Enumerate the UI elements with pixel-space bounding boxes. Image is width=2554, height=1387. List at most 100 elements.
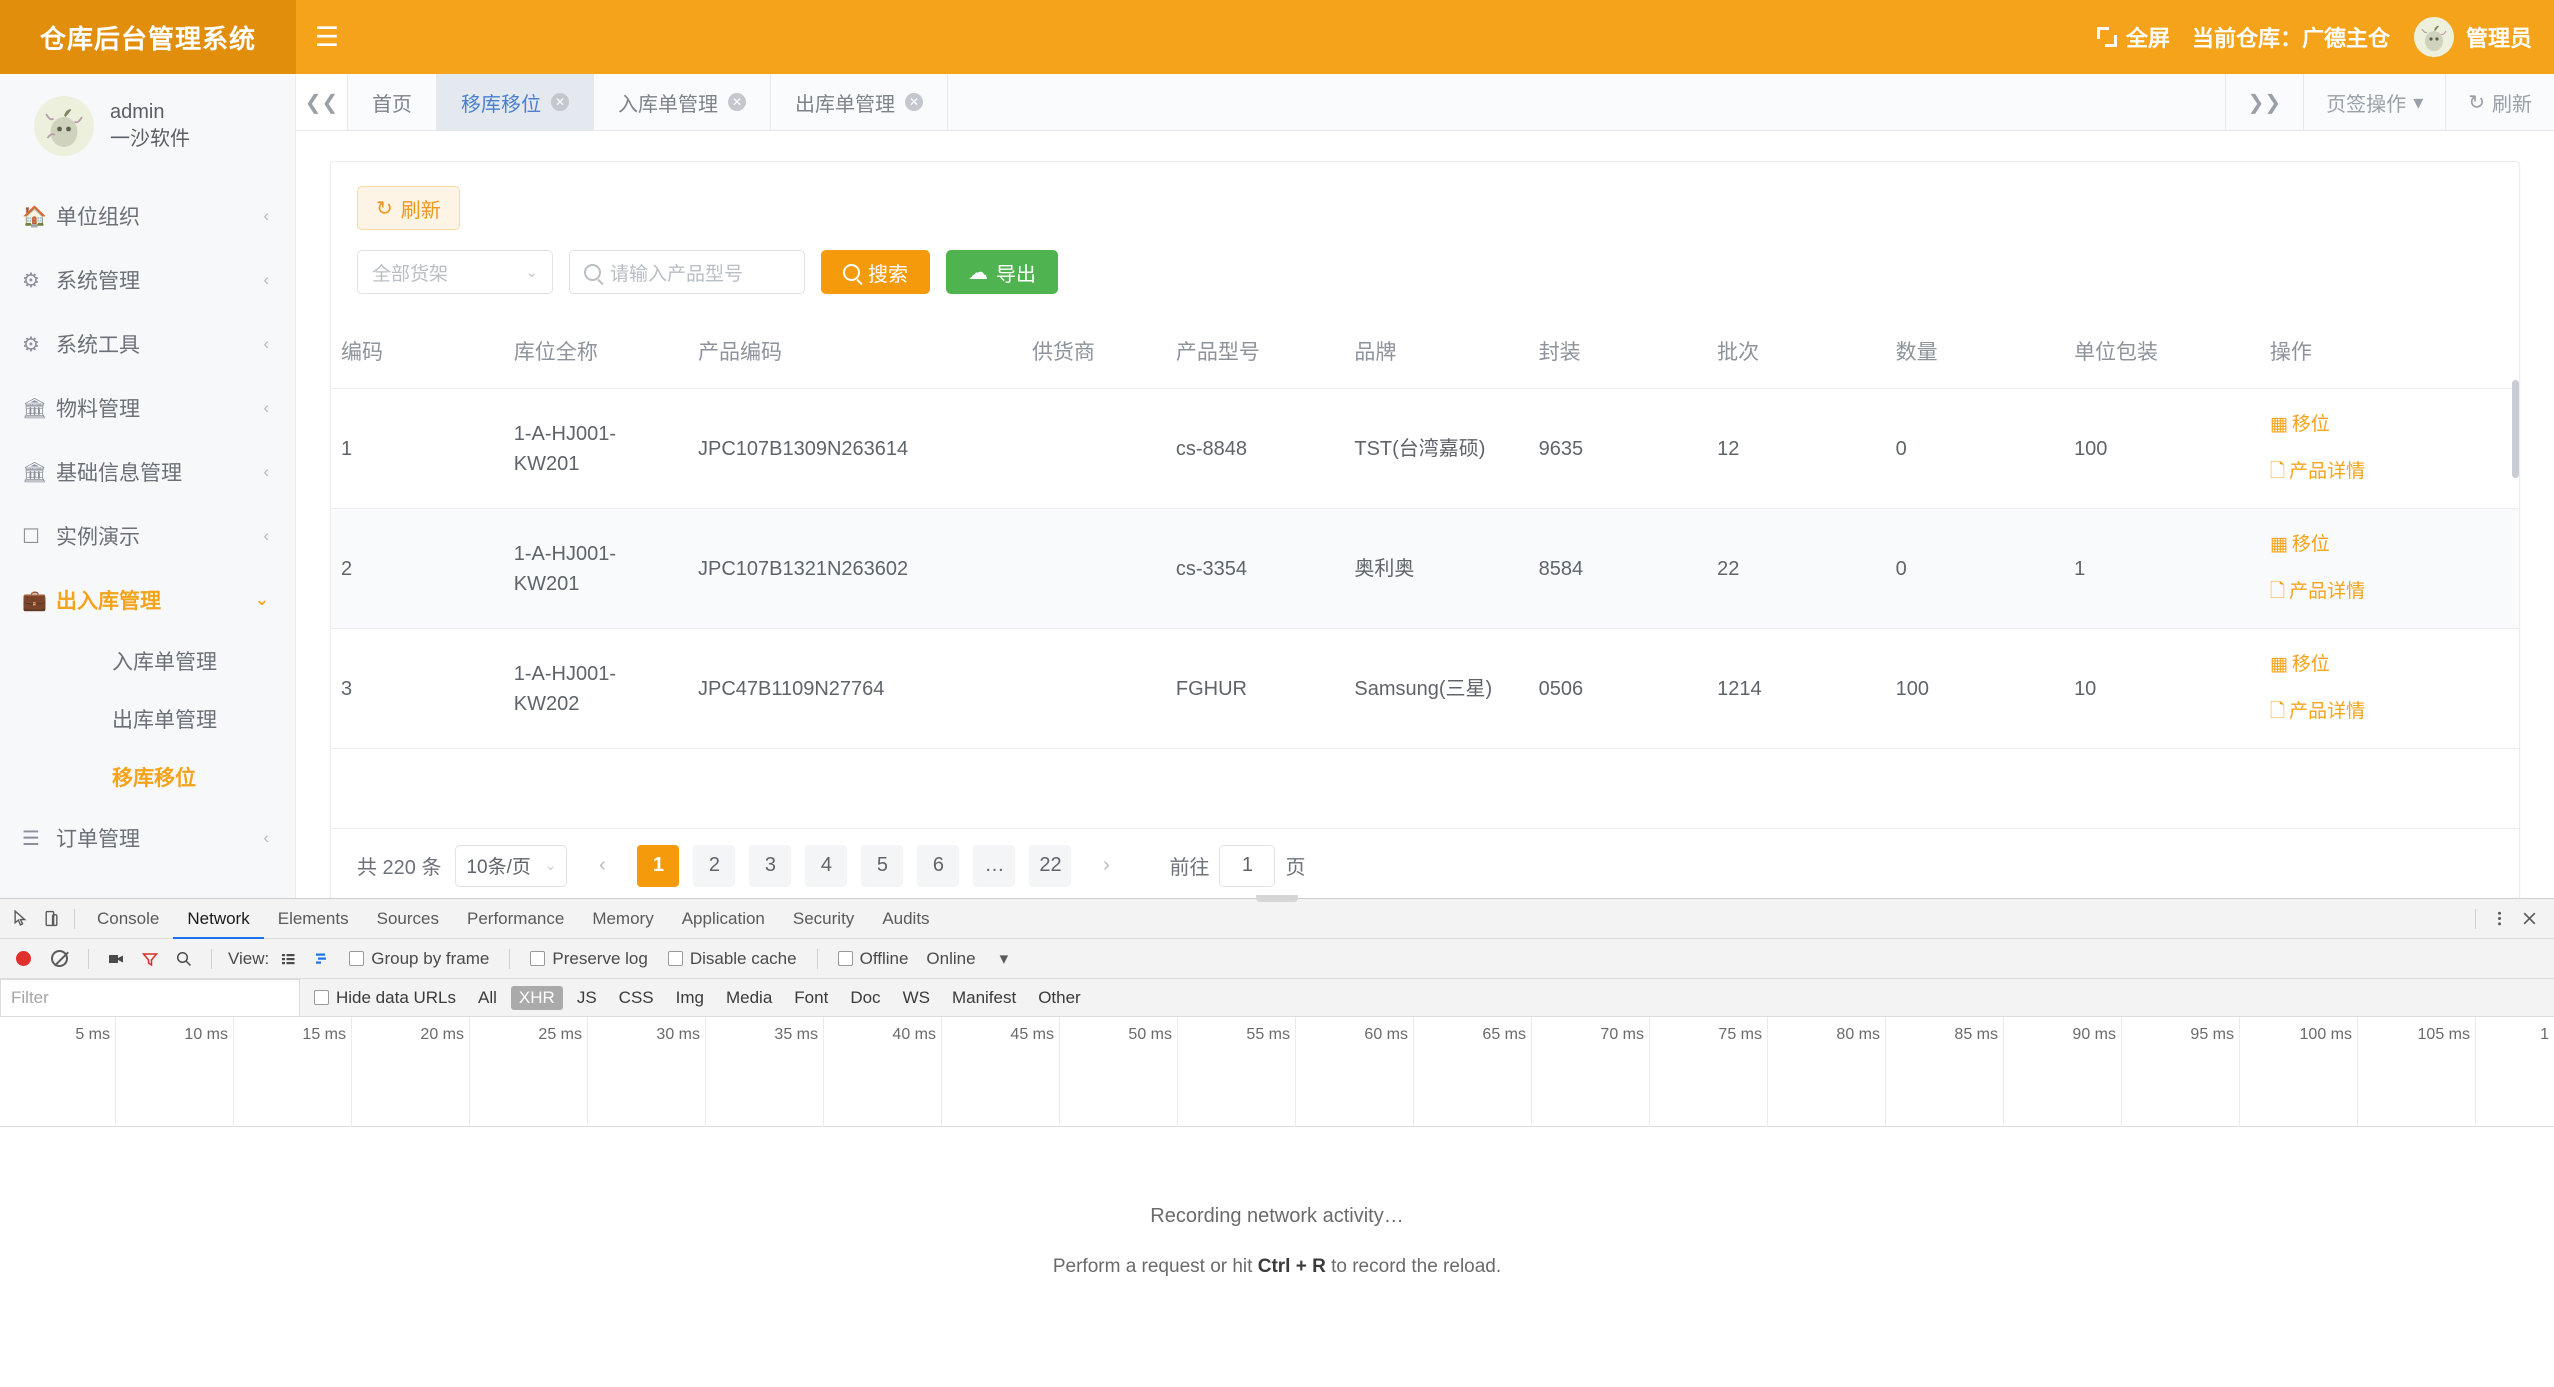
list-view-icon[interactable] [273, 944, 303, 974]
filter-type-xhr[interactable]: XHR [510, 985, 563, 1010]
tab-inbound-order[interactable]: 入库单管理 ✕ [594, 74, 771, 130]
disable-cache-label: Disable cache [689, 948, 797, 968]
page-size-select[interactable]: 10条/页 ⌄ [455, 844, 568, 887]
filter-type-doc[interactable]: Doc [842, 986, 888, 1010]
export-button[interactable]: ☁ 导出 [946, 250, 1058, 294]
move-location-link[interactable]: ▦ 移位 [2270, 531, 2509, 560]
pagination-page-5[interactable]: 5 [861, 844, 904, 887]
product-detail-link[interactable]: 🗋 产品详情 [2270, 578, 2509, 607]
tab-close-icon[interactable]: ✕ [728, 93, 746, 111]
tab-close-icon[interactable]: ✕ [905, 93, 923, 111]
filter-type-other[interactable]: Other [1030, 986, 1089, 1010]
tab-move-location[interactable]: 移库移位 ✕ [437, 74, 594, 130]
shelf-select[interactable]: 全部货架 ⌄ [357, 250, 553, 294]
hint-suffix: to record the reload. [1325, 1255, 1502, 1277]
close-icon[interactable] [2514, 904, 2544, 934]
pagination-page-3[interactable]: 3 [749, 844, 792, 887]
clear-icon[interactable] [51, 950, 68, 967]
sidebar-item-base-info-manage[interactable]: 🏛 基础信息管理 ‹ [0, 440, 295, 504]
sidebar-subitem-outbound-order[interactable]: 出库单管理 [0, 690, 295, 748]
chevron-down-icon[interactable]: ▾ [986, 949, 1023, 969]
pagination-next-button[interactable]: › [1085, 845, 1127, 887]
pagination-page-2[interactable]: 2 [693, 844, 736, 887]
filter-type-js[interactable]: JS [569, 986, 605, 1010]
sidebar-item-label: 基础信息管理 [56, 462, 182, 485]
search-button[interactable]: 搜索 [821, 250, 930, 294]
network-timeline-ruler[interactable]: 5 ms 10 ms 15 ms 20 ms 25 ms 30 ms 35 ms… [0, 1017, 2554, 1127]
device-toolbar-icon[interactable] [36, 904, 66, 934]
filter-type-css[interactable]: CSS [611, 986, 662, 1010]
refresh-button[interactable]: ↻ 刷新 [357, 186, 460, 230]
sidebar-item-inout-manage[interactable]: 💼 出入库管理 ⌄ [0, 568, 295, 632]
tab-operations-dropdown[interactable]: 页签操作 ▾ [2303, 74, 2445, 130]
devtools-tab-security[interactable]: Security [779, 899, 868, 939]
inspect-cursor-icon[interactable] [6, 904, 36, 934]
pagination-page-6[interactable]: 6 [917, 844, 960, 887]
sidebar-item-system-manage[interactable]: ⚙ 系统管理 ‹ [0, 248, 295, 312]
devtools-resize-handle[interactable] [1256, 895, 1298, 902]
kebab-menu-icon[interactable] [2484, 904, 2514, 934]
sidebar-item-unit-org[interactable]: 🏠 单位组织 ‹ [0, 184, 295, 248]
tab-outbound-order[interactable]: 出库单管理 ✕ [771, 74, 948, 130]
search-icon[interactable] [169, 944, 199, 974]
filter-input[interactable]: Filter [0, 978, 300, 1017]
product-detail-link[interactable]: 🗋 产品详情 [2270, 698, 2509, 727]
camera-icon[interactable] [101, 944, 131, 974]
filter-type-font[interactable]: Font [786, 986, 836, 1010]
cloud-upload-icon: ☁ [968, 261, 988, 284]
disable-cache-checkbox[interactable]: Disable cache [660, 949, 805, 969]
sidebar-item-order-manage[interactable]: ☰ 订单管理 ‹ [0, 806, 295, 870]
pagination-prev-button[interactable]: ‹ [581, 845, 623, 887]
tab-home[interactable]: 首页 [348, 74, 437, 130]
move-location-link[interactable]: ▦ 移位 [2270, 651, 2509, 680]
sidebar-subitem-inbound-order[interactable]: 入库单管理 [0, 632, 295, 690]
sidebar-subitem-move-location[interactable]: 移库移位 [0, 748, 295, 806]
product-model-search-input[interactable]: 请输入产品型号 [569, 250, 805, 294]
record-dot-icon[interactable] [16, 951, 31, 966]
filter-type-manifest[interactable]: Manifest [944, 986, 1024, 1010]
admin-menu-label[interactable]: 管理员 [2466, 21, 2532, 53]
devtools-tab-performance[interactable]: Performance [453, 899, 578, 939]
waterfall-view-icon[interactable] [307, 944, 337, 974]
tabbar-refresh-button[interactable]: ↻ 刷新 [2445, 74, 2554, 130]
tab-close-icon[interactable]: ✕ [551, 93, 569, 111]
pagination-page-22[interactable]: 22 [1029, 844, 1072, 887]
table-row[interactable]: 3 1-A-HJ001-KW202 JPC47B1109N27764 FGHUR… [331, 628, 2519, 749]
filter-type-img[interactable]: Img [668, 986, 712, 1010]
pagination-ellipsis[interactable]: … [973, 844, 1016, 887]
menu-toggle-button[interactable]: ☰ [296, 0, 358, 74]
funnel-icon[interactable] [135, 944, 165, 974]
devtools-tab-application[interactable]: Application [668, 899, 779, 939]
devtools-tab-memory[interactable]: Memory [578, 899, 667, 939]
avatar[interactable] [2413, 17, 2454, 57]
sidebar-item-demo[interactable]: ☐ 实例演示 ‹ [0, 504, 295, 568]
devtools-tab-elements[interactable]: Elements [264, 899, 363, 939]
filter-type-media[interactable]: Media [718, 986, 780, 1010]
hide-data-urls-checkbox[interactable]: Hide data URLs [306, 988, 464, 1008]
product-detail-link[interactable]: 🗋 产品详情 [2270, 458, 2509, 487]
table-row[interactable]: 2 1-A-HJ001-KW201 JPC107B1321N263602 cs-… [331, 508, 2519, 629]
filter-type-ws[interactable]: WS [895, 986, 938, 1010]
table-scrollbar-thumb[interactable] [2512, 380, 2519, 478]
devtools-tab-console[interactable]: Console [83, 899, 173, 939]
cell-supplier [1021, 628, 1166, 749]
tabs-scroll-right-button[interactable]: ❯❯ [2224, 74, 2304, 130]
filter-type-all[interactable]: All [470, 986, 505, 1010]
pagination-page-1[interactable]: 1 [637, 844, 680, 887]
pagination-jump-input[interactable]: 1 [1219, 844, 1276, 887]
preserve-log-checkbox[interactable]: Preserve log [522, 949, 655, 969]
data-table-wrapper: 编码 库位全称 产品编码 供货商 产品型号 品牌 封装 批次 数量 单位包装 操 [331, 318, 2519, 749]
devtools-tab-sources[interactable]: Sources [363, 899, 453, 939]
sidebar-item-system-tools[interactable]: ⚙ 系统工具 ‹ [0, 312, 295, 376]
offline-checkbox[interactable]: Offline [830, 949, 917, 969]
pagination-page-4[interactable]: 4 [805, 844, 848, 887]
fullscreen-button[interactable]: 全屏 [2096, 21, 2170, 53]
group-by-frame-checkbox[interactable]: Group by frame [341, 949, 497, 969]
devtools-tab-audits[interactable]: Audits [868, 899, 943, 939]
devtools-tab-network[interactable]: Network [173, 899, 263, 939]
tabs-scroll-left-button[interactable]: ❮❮ [296, 74, 348, 130]
table-row[interactable]: 1 1-A-HJ001-KW201 JPC107B1309N263614 cs-… [331, 388, 2519, 509]
sidebar-item-material-manage[interactable]: 🏛 物料管理 ‹ [0, 376, 295, 440]
move-location-link[interactable]: ▦ 移位 [2270, 411, 2509, 440]
online-throttle-label[interactable]: Online [920, 949, 981, 969]
